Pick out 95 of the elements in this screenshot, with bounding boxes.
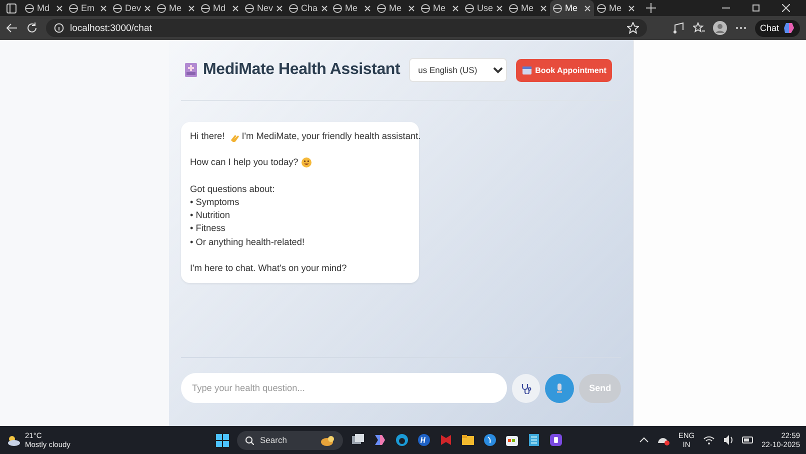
folder-icon[interactable]: [461, 433, 475, 447]
globe-icon: [421, 4, 430, 12]
globe-icon: [509, 4, 518, 12]
symptom-checker-button[interactable]: [512, 374, 540, 402]
close-icon[interactable]: [232, 4, 239, 12]
hp-logo-icon[interactable]: [417, 433, 431, 447]
new-tab-icon[interactable]: [646, 3, 656, 13]
close-icon[interactable]: [584, 4, 591, 12]
browser-tab[interactable]: Me: [594, 0, 638, 16]
message-line: • Symptoms: [190, 196, 240, 209]
message-line: • Fitness: [190, 222, 226, 236]
message-text: Hi there!: [190, 130, 225, 143]
store-icon[interactable]: [505, 433, 519, 447]
favorites-icon[interactable]: [692, 22, 705, 34]
copilot-icon[interactable]: [373, 433, 387, 447]
close-icon[interactable]: [408, 4, 415, 12]
stethoscope-icon: [520, 382, 532, 394]
message-line: Got questions about:: [190, 182, 276, 196]
battery-icon[interactable]: [742, 435, 754, 445]
windows-start-icon[interactable]: [216, 434, 229, 446]
volume-icon[interactable]: [722, 434, 734, 446]
music-note-icon[interactable]: [672, 22, 685, 34]
weather-cloudy-icon: [6, 434, 21, 446]
browser-tab[interactable]: Me: [418, 0, 462, 16]
browser-tab[interactable]: Use: [462, 0, 506, 16]
browser-tab[interactable]: Nev: [242, 0, 286, 16]
task-view-icon[interactable]: [351, 433, 365, 447]
close-icon[interactable]: [364, 4, 371, 12]
close-icon[interactable]: [628, 4, 635, 12]
notepad-icon[interactable]: [527, 433, 541, 447]
close-icon[interactable]: [144, 4, 152, 12]
browser-tab[interactable]: Me: [330, 0, 374, 16]
microphone-icon: [555, 382, 564, 394]
search-icon: [245, 436, 254, 444]
info-icon[interactable]: [54, 23, 64, 33]
close-icon[interactable]: [320, 4, 328, 12]
tab-actions-icon[interactable]: [6, 2, 16, 14]
browser-tab[interactable]: Me: [154, 0, 198, 16]
close-icon[interactable]: [452, 4, 459, 12]
browser-tab[interactable]: Dev: [110, 0, 154, 16]
chevron-up-icon[interactable]: [639, 436, 650, 444]
copilot-icon: [783, 22, 795, 34]
shield-app-icon[interactable]: [439, 433, 453, 447]
message-text: I'm here to chat. What's on your mind?: [190, 262, 347, 275]
browser-tab[interactable]: Cha: [286, 0, 330, 16]
book-appointment-button[interactable]: Book Appointment: [516, 58, 612, 82]
globe-icon: [289, 4, 298, 12]
favorite-star-icon[interactable]: [626, 22, 639, 34]
smiling-face-icon: [301, 157, 312, 168]
close-icon[interactable]: [782, 4, 790, 12]
browser-tab[interactable]: Md: [22, 0, 66, 16]
message-text: I'm MediMate, your friendly health assistant.: [242, 130, 421, 143]
close-icon[interactable]: [188, 4, 195, 12]
browser-tab[interactable]: Me: [374, 0, 418, 16]
taskbar-search[interactable]: Search: [237, 430, 343, 450]
voice-input-button[interactable]: [545, 374, 574, 402]
globe-icon: [69, 4, 78, 12]
app-icon[interactable]: [549, 433, 563, 447]
globe-icon: [201, 4, 210, 12]
question-input[interactable]: Type your health question...: [181, 373, 507, 403]
close-icon[interactable]: [100, 4, 107, 12]
copilot-chat-button[interactable]: Chat: [754, 20, 800, 36]
globe-icon: [333, 4, 342, 12]
restore-icon[interactable]: [752, 4, 760, 12]
browser-tab[interactable]: Md: [198, 0, 242, 16]
language-select[interactable]: us English (US): [409, 58, 508, 82]
app-title: MediMate Health Assistant: [203, 61, 400, 79]
close-icon[interactable]: [276, 4, 284, 12]
search-highlight-icon: [320, 434, 335, 446]
browser-tab[interactable]: Me: [506, 0, 550, 16]
globe-icon: [157, 4, 166, 12]
profile-avatar-icon[interactable]: [712, 21, 727, 35]
refresh-icon[interactable]: [26, 22, 38, 34]
globe-icon: [377, 4, 386, 12]
close-icon[interactable]: [56, 4, 63, 12]
message-line: • Or anything health-related!: [190, 236, 306, 249]
calendar-icon: [522, 65, 532, 75]
back-icon[interactable]: [6, 22, 18, 34]
medical-book-icon: [184, 62, 198, 78]
message-text: How can I help you today?: [190, 156, 298, 170]
globe-icon: [553, 4, 562, 12]
close-icon[interactable]: [496, 4, 504, 12]
phone-link-icon[interactable]: [483, 433, 497, 447]
close-icon[interactable]: [540, 4, 547, 12]
address-bar[interactable]: localhost:3000/chat: [46, 19, 647, 37]
wifi-icon[interactable]: [702, 435, 715, 445]
globe-icon: [113, 4, 122, 12]
browser-tab[interactable]: Em: [66, 0, 110, 16]
globe-icon: [245, 4, 254, 12]
browser-tab[interactable]: Me: [550, 0, 594, 16]
message-line: • Nutrition: [190, 209, 231, 222]
globe-icon: [25, 4, 34, 12]
globe-icon: [465, 4, 474, 12]
edge-browser-icon[interactable]: [395, 433, 409, 447]
globe-icon: [597, 4, 606, 12]
